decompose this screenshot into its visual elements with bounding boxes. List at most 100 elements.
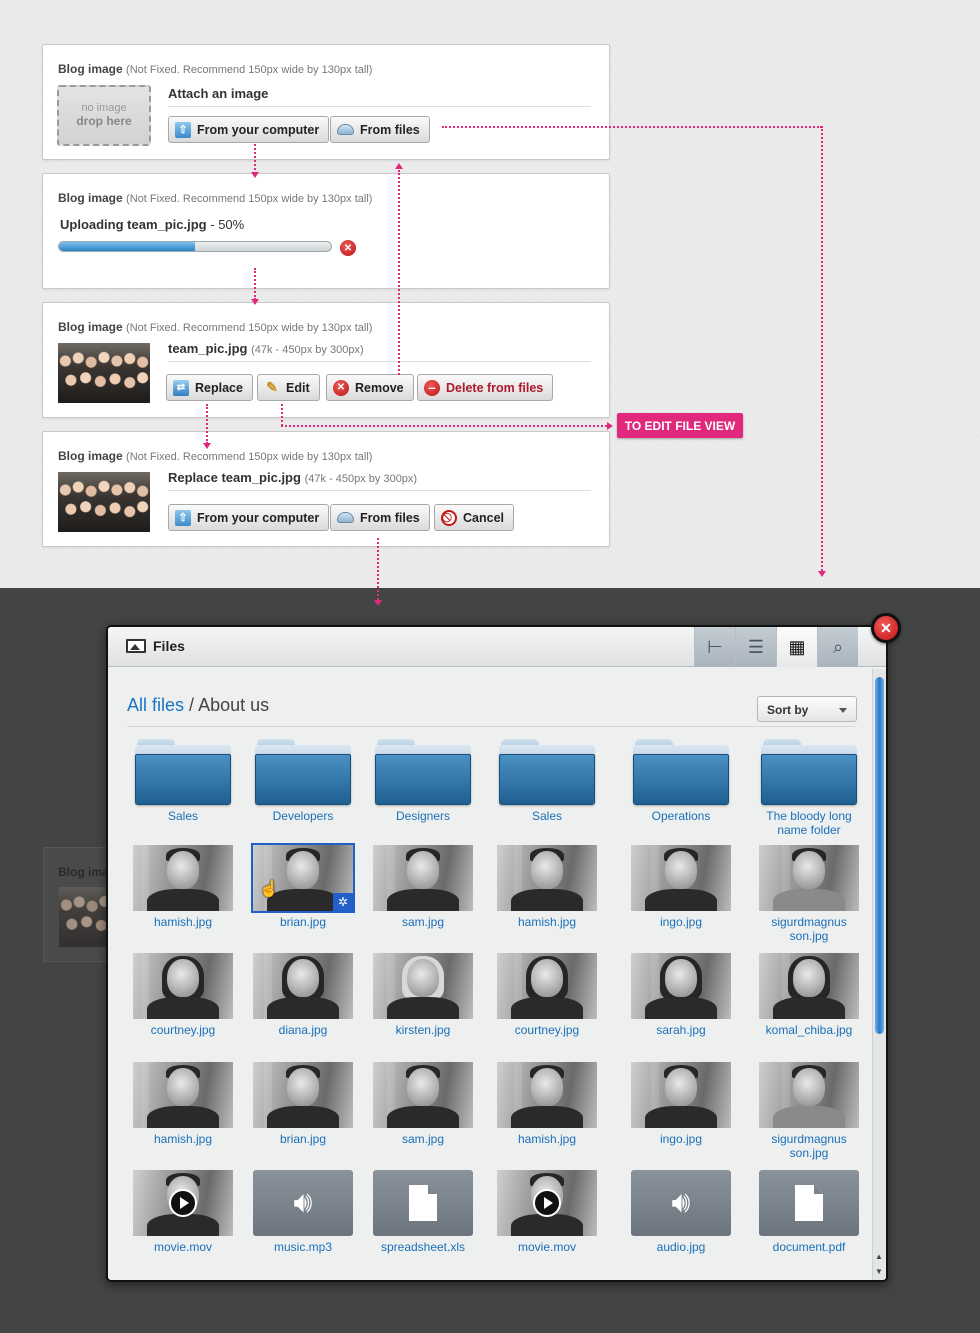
- file-item[interactable]: ingo.jpg: [626, 1062, 736, 1146]
- document-file-icon: [373, 1170, 473, 1236]
- drop-zone[interactable]: no image drop here: [57, 85, 151, 146]
- search-button[interactable]: ⌕: [817, 627, 858, 667]
- cancel-button[interactable]: ⃠Cancel: [434, 504, 514, 531]
- scrollbar-thumb[interactable]: [875, 677, 884, 1034]
- file-item[interactable]: sam.jpg: [368, 845, 478, 929]
- file-item[interactable]: document.pdf: [754, 1170, 864, 1254]
- folder-item[interactable]: Sales: [492, 739, 602, 823]
- divider: [127, 726, 855, 727]
- team-pic-thumbnail: [58, 343, 150, 403]
- file-item[interactable]: sam.jpg: [368, 1062, 478, 1146]
- pencil-icon: ✎: [266, 379, 278, 395]
- cancel-upload-icon[interactable]: ✕: [340, 240, 356, 256]
- from-computer-button[interactable]: ⇧ From your computer: [168, 116, 330, 143]
- file-item[interactable]: hamish.jpg: [128, 1062, 238, 1146]
- from-files-button[interactable]: From files: [330, 116, 430, 143]
- image-thumbnail: [759, 1062, 859, 1128]
- folder-item[interactable]: Designers: [368, 739, 478, 823]
- image-thumbnail: [631, 953, 731, 1019]
- delete-from-files-button[interactable]: – Delete from files: [417, 374, 554, 401]
- modal-title: Files: [126, 638, 185, 654]
- file-item[interactable]: courtney.jpg: [128, 953, 238, 1037]
- image-thumbnail: [133, 953, 233, 1019]
- file-item[interactable]: 🔊︎ audio.jpg: [626, 1170, 736, 1254]
- files-modal: Files ⊢ ☰ ▦ ⌕ All files / About us Sort …: [106, 625, 888, 1282]
- folder-label: Sales: [167, 809, 199, 823]
- upload-icon: ⇧: [175, 509, 191, 526]
- file-item[interactable]: diana.jpg: [248, 953, 358, 1037]
- tree-view-button[interactable]: ⊢: [694, 627, 735, 667]
- close-icon: ✕: [880, 619, 892, 636]
- tree-icon: ⊢: [707, 636, 723, 657]
- panel-title: Blog image (Not Fixed. Recommend 150px w…: [58, 191, 373, 205]
- folder-label: The bloody long name folder: [766, 809, 852, 837]
- file-item[interactable]: hamish.jpg: [128, 845, 238, 929]
- flow-arrow: [442, 126, 822, 128]
- from-files-button[interactable]: From files: [330, 504, 430, 531]
- grid-view-button[interactable]: ▦: [776, 627, 817, 667]
- file-item[interactable]: spreadsheet.xls: [368, 1170, 478, 1254]
- folder-item[interactable]: Sales: [128, 739, 238, 823]
- file-item[interactable]: brian.jpg: [248, 1062, 358, 1146]
- from-computer-button[interactable]: ⇧ From your computer: [168, 504, 330, 531]
- file-item[interactable]: hamish.jpg: [492, 1062, 602, 1146]
- video-thumbnail: [133, 1170, 233, 1236]
- file-item[interactable]: sarah.jpg: [626, 953, 736, 1037]
- image-thumbnail: [373, 1062, 473, 1128]
- divider: [168, 361, 591, 362]
- blog-image-panel-attached: Blog image (Not Fixed. Recommend 150px w…: [42, 302, 610, 418]
- file-item[interactable]: ingo.jpg: [626, 845, 736, 929]
- file-item[interactable]: 🔊︎ music.mp3: [248, 1170, 358, 1254]
- image-thumbnail: [133, 1062, 233, 1128]
- edit-button[interactable]: ✎ Edit: [257, 374, 320, 401]
- replace-button[interactable]: ⇄ Replace: [166, 374, 253, 401]
- scroll-down-icon[interactable]: ▼: [875, 1267, 883, 1276]
- file-label: hamish.jpg: [153, 915, 213, 929]
- folder-item[interactable]: Developers: [248, 739, 358, 823]
- modal-header: Files ⊢ ☰ ▦ ⌕: [108, 627, 886, 667]
- panel-title: Blog image (Not Fixed. Recommend 150px w…: [58, 320, 373, 334]
- file-item[interactable]: movie.mov: [492, 1170, 602, 1254]
- file-label: ingo.jpg: [659, 915, 703, 929]
- folder-item[interactable]: The bloody long name folder: [754, 739, 864, 837]
- file-label: hamish.jpg: [517, 1132, 577, 1146]
- arrow-head: [818, 571, 826, 577]
- file-label: ingo.jpg: [659, 1132, 703, 1146]
- image-thumbnail: [497, 845, 597, 911]
- file-item[interactable]: hamish.jpg: [492, 845, 602, 929]
- scrollbar[interactable]: ▲ ▼: [872, 669, 886, 1280]
- image-thumbnail: [373, 953, 473, 1019]
- panel-title: Blog ima: [58, 865, 109, 879]
- file-label: hamish.jpg: [153, 1132, 213, 1146]
- attached-filename: team_pic.jpg (47k - 450px by 300px): [168, 341, 364, 356]
- sort-by-dropdown[interactable]: Sort by: [757, 696, 857, 722]
- file-item[interactable]: kirsten.jpg: [368, 953, 478, 1037]
- document-file-icon: [759, 1170, 859, 1236]
- file-item[interactable]: sigurdmagnus son.jpg: [754, 845, 864, 943]
- close-modal-button[interactable]: ✕: [871, 613, 901, 643]
- gear-icon[interactable]: ✲: [333, 893, 353, 911]
- divider: [168, 490, 591, 491]
- list-view-button[interactable]: ☰: [735, 627, 776, 667]
- scroll-up-icon[interactable]: ▲: [875, 1252, 883, 1261]
- folder-item[interactable]: Operations: [626, 739, 736, 823]
- image-thumbnail: [497, 953, 597, 1019]
- play-icon: [169, 1189, 197, 1217]
- file-label: spreadsheet.xls: [380, 1240, 466, 1254]
- breadcrumb-current: About us: [198, 695, 270, 715]
- hand-cursor-icon: ☝: [259, 881, 279, 898]
- breadcrumb-all-files[interactable]: All files: [127, 695, 184, 715]
- file-item[interactable]: sigurdmagnus son.jpg: [754, 1062, 864, 1160]
- arrow-head: [607, 422, 613, 430]
- file-item[interactable]: movie.mov: [128, 1170, 238, 1254]
- cloud-icon: [337, 512, 354, 523]
- file-label: sigurdmagnus son.jpg: [771, 915, 847, 943]
- file-label: diana.jpg: [278, 1023, 328, 1037]
- file-item[interactable]: komal_chiba.jpg: [754, 953, 864, 1037]
- file-item[interactable]: courtney.jpg: [492, 953, 602, 1037]
- remove-button[interactable]: ✕ Remove: [326, 374, 414, 401]
- arrow-head: [251, 299, 259, 305]
- file-label: komal_chiba.jpg: [765, 1023, 853, 1037]
- file-item[interactable]: ✲ ☝ brian.jpg: [248, 843, 358, 929]
- folder-icon: [255, 739, 351, 805]
